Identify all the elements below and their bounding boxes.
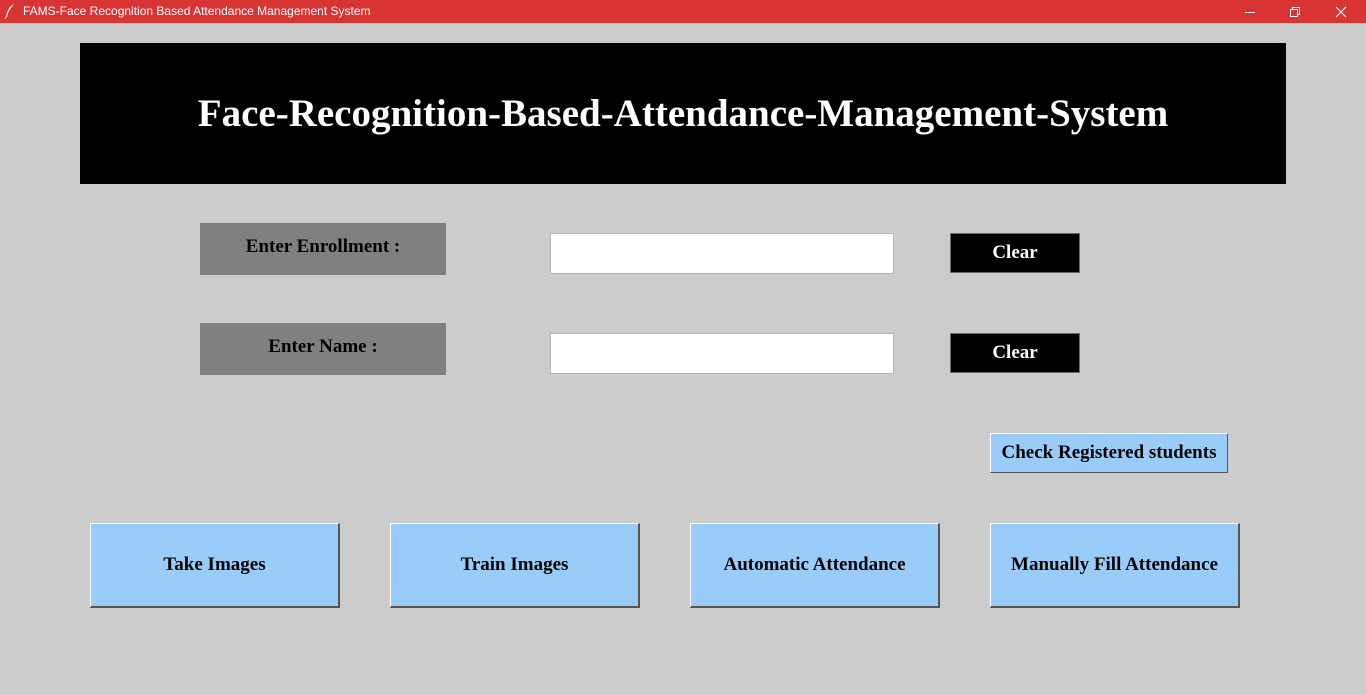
restore-button[interactable] — [1272, 0, 1318, 23]
check-registered-students-button[interactable]: Check Registered students — [990, 433, 1228, 473]
clear-enrollment-button[interactable]: Clear — [950, 233, 1080, 273]
window-title: FAMS-Face Recognition Based Attendance M… — [23, 4, 371, 18]
name-label-text: Enter Name : — [268, 336, 378, 357]
minimize-button[interactable] — [1227, 0, 1273, 23]
automatic-attendance-label: Automatic Attendance — [723, 554, 906, 575]
page-title: Face-Recognition-Based-Attendance-Manage… — [197, 92, 1169, 135]
check-registered-students-label: Check Registered students — [1001, 442, 1217, 463]
close-icon — [1335, 6, 1347, 17]
automatic-attendance-button[interactable]: Automatic Attendance — [690, 523, 940, 608]
enrollment-label-text: Enter Enrollment : — [245, 236, 401, 257]
clear-enrollment-button-label: Clear — [992, 242, 1038, 263]
window-titlebar: FAMS-Face Recognition Based Attendance M… — [0, 0, 1366, 23]
header-banner: Face-Recognition-Based-Attendance-Manage… — [80, 43, 1286, 184]
restore-icon — [1290, 6, 1300, 17]
train-images-label: Train Images — [460, 554, 569, 575]
name-label: Enter Name : — [200, 323, 446, 375]
minimize-icon — [1245, 11, 1255, 13]
manually-fill-attendance-button[interactable]: Manually Fill Attendance — [990, 523, 1240, 608]
clear-name-button-label: Clear — [992, 342, 1038, 363]
take-images-label: Take Images — [163, 554, 266, 575]
name-input[interactable] — [550, 333, 894, 374]
close-button[interactable] — [1318, 0, 1364, 23]
enrollment-label: Enter Enrollment : — [200, 223, 446, 275]
take-images-button[interactable]: Take Images — [90, 523, 340, 608]
train-images-button[interactable]: Train Images — [390, 523, 640, 608]
clear-name-button[interactable]: Clear — [950, 333, 1080, 373]
manually-fill-attendance-label: Manually Fill Attendance — [1011, 554, 1218, 575]
enrollment-input[interactable] — [550, 233, 894, 274]
feather-icon — [4, 3, 16, 19]
